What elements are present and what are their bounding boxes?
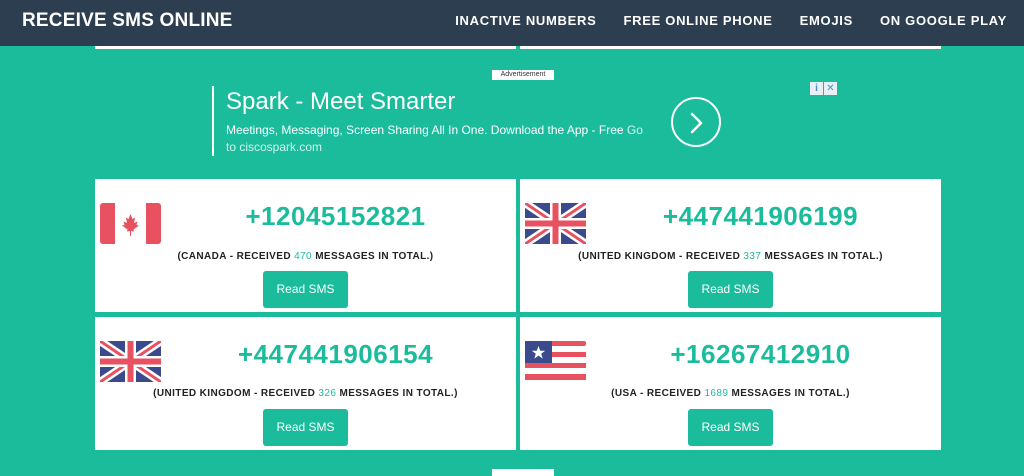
info-prefix: (UNITED KINGDOM - RECEIVED [578, 251, 744, 262]
message-count: 1689 [704, 388, 729, 399]
usa-flag-icon [525, 341, 586, 382]
info-prefix: (USA - RECEIVED [611, 388, 705, 399]
message-info: (CANADA - RECEIVED 470 MESSAGES IN TOTAL… [95, 251, 516, 262]
read-sms-button[interactable]: Read SMS [688, 271, 773, 308]
nav-emojis[interactable]: EMOJIS [800, 13, 853, 28]
nav-free-online-phone[interactable]: FREE ONLINE PHONE [623, 13, 772, 28]
message-info: (USA - RECEIVED 1689 MESSAGES IN TOTAL.) [520, 388, 941, 399]
canada-flag-icon [100, 203, 161, 244]
read-sms-button[interactable]: Read SMS [688, 409, 773, 446]
uk-flag-icon [100, 341, 161, 382]
nav-google-play[interactable]: ON GOOGLE PLAY [880, 13, 1007, 28]
info-icon[interactable]: i [810, 82, 823, 95]
info-suffix: MESSAGES IN TOTAL.) [336, 388, 458, 399]
top-navbar: RECEIVE SMS ONLINE INACTIVE NUMBERS FREE… [0, 0, 1024, 46]
ad-description-text: Meetings, Messaging, Screen Sharing All … [226, 123, 624, 137]
main-nav: INACTIVE NUMBERS FREE ONLINE PHONE EMOJI… [455, 13, 1007, 28]
read-sms-button[interactable]: Read SMS [263, 271, 348, 308]
ad-banner[interactable]: Spark - Meet Smarter Meetings, Messaging… [212, 86, 644, 156]
previous-card-edge-left [95, 46, 516, 49]
chevron-right-icon [690, 112, 703, 134]
info-suffix: MESSAGES IN TOTAL.) [761, 251, 883, 262]
close-icon[interactable]: ✕ [824, 82, 837, 95]
info-prefix: (CANADA - RECEIVED [177, 251, 295, 262]
info-suffix: MESSAGES IN TOTAL.) [312, 251, 434, 262]
uk-flag-icon [525, 203, 586, 244]
ad-label-bottom [492, 469, 554, 476]
ad-arrow-button[interactable] [671, 97, 721, 147]
message-count: 337 [743, 251, 762, 262]
info-prefix: (UNITED KINGDOM - RECEIVED [153, 388, 319, 399]
nav-inactive-numbers[interactable]: INACTIVE NUMBERS [455, 13, 596, 28]
number-card-uk-1: +447441906199 (UNITED KINGDOM - RECEIVED… [520, 179, 941, 312]
ad-label: Advertisement [492, 70, 554, 80]
ad-choices: i ✕ [810, 82, 837, 95]
message-count: 470 [294, 251, 313, 262]
message-info: (UNITED KINGDOM - RECEIVED 337 MESSAGES … [520, 251, 941, 262]
phone-number[interactable]: +12045152821 [173, 201, 498, 232]
phone-number[interactable]: +16267412910 [598, 339, 923, 370]
ad-description: Meetings, Messaging, Screen Sharing All … [226, 122, 646, 156]
message-info: (UNITED KINGDOM - RECEIVED 326 MESSAGES … [95, 388, 516, 399]
number-card-usa: +16267412910 (USA - RECEIVED 1689 MESSAG… [520, 317, 941, 450]
ad-title[interactable]: Spark - Meet Smarter [226, 88, 455, 116]
info-suffix: MESSAGES IN TOTAL.) [728, 388, 850, 399]
site-brand[interactable]: RECEIVE SMS ONLINE [22, 10, 233, 32]
number-card-canada: +12045152821 (CANADA - RECEIVED 470 MESS… [95, 179, 516, 312]
previous-card-edge-right [520, 46, 941, 49]
message-count: 326 [318, 388, 337, 399]
phone-number[interactable]: +447441906154 [173, 339, 498, 370]
number-card-uk-2: +447441906154 (UNITED KINGDOM - RECEIVED… [95, 317, 516, 450]
phone-number[interactable]: +447441906199 [598, 201, 923, 232]
read-sms-button[interactable]: Read SMS [263, 409, 348, 446]
